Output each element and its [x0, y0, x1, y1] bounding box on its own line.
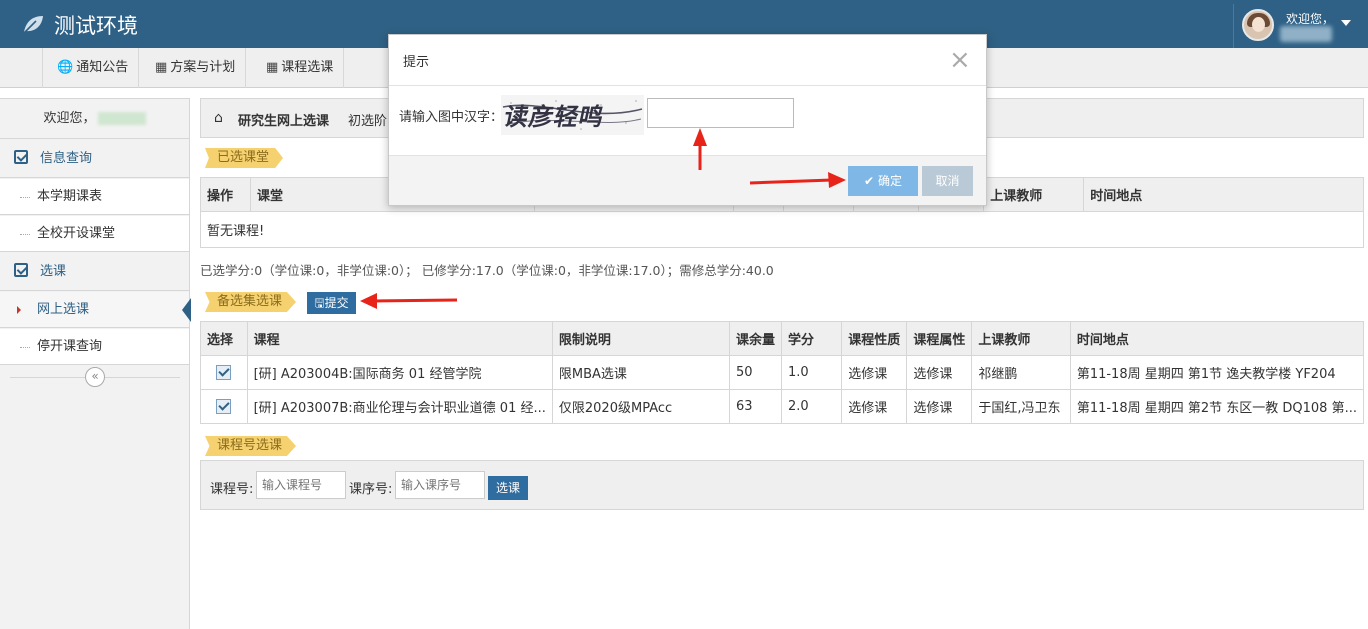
nav-plan[interactable]: ▦ 方案与计划: [141, 48, 247, 88]
seq-number-label: 课序号:: [349, 482, 393, 497]
sidebar-item-cancelled-courses[interactable]: 停开课查询: [0, 329, 189, 365]
close-icon[interactable]: ×: [949, 47, 971, 73]
submit-button[interactable]: 🖫提交: [307, 292, 356, 314]
dialog-title: 提示: [403, 55, 430, 70]
sidebar-item-semester-schedule[interactable]: 本学期课表: [0, 179, 189, 215]
select-checkbox[interactable]: [216, 399, 232, 414]
check-icon: ✔: [864, 174, 875, 188]
captcha-text: 读彦轻鸣: [501, 102, 607, 131]
section-tag-course-number: 课程号选课: [205, 436, 297, 456]
course-number-form: 课程号: 课序号: 选课: [200, 460, 1364, 510]
leaf-icon: [23, 16, 43, 34]
captcha-dialog: 提示 × 请输入图中汉字： 读彦轻鸣 ✔ 确定 取消: [388, 34, 987, 206]
globe-icon: 🌐: [57, 60, 74, 75]
stage-label: 初选阶: [348, 114, 388, 129]
sidebar-welcome: 欢迎您，: [0, 99, 189, 139]
captcha-input[interactable]: [647, 98, 794, 128]
calendar-icon: ▦: [266, 60, 279, 75]
nav-notice[interactable]: 🌐 通知公告: [43, 48, 140, 88]
candidate-courses-table: 选择 课程 限制说明 课余量 学分 课程性质 课程属性 上课教师 时间地点 [研…: [200, 321, 1365, 424]
sidebar-group-info[interactable]: 信息查询: [0, 140, 189, 178]
blurred-username: [97, 112, 146, 125]
course-number-label: 课程号:: [210, 482, 254, 497]
section-tag-selected: 已选课堂: [205, 148, 284, 168]
collapse-sidebar-icon[interactable]: «: [85, 367, 105, 387]
course-number-input[interactable]: [256, 471, 346, 499]
arrow-left-annotation: [360, 293, 458, 309]
nav-course-selection[interactable]: ▦ 课程选课: [252, 48, 345, 88]
calendar-icon: ▦: [155, 60, 168, 75]
seq-number-input[interactable]: [395, 471, 485, 499]
select-checkbox[interactable]: [216, 365, 232, 380]
empty-message: 暂无课程!: [200, 211, 1364, 248]
section-tag-candidate: 备选集选课: [205, 292, 297, 312]
sidebar: 欢迎您， 信息查询 本学期课表 全校开设课堂 选课 网上选课 停开课查询 «: [0, 98, 191, 629]
sidebar-group-selection[interactable]: 选课: [0, 253, 189, 291]
table-row: 暂无课程!: [200, 211, 1364, 248]
sidebar-item-online-selection[interactable]: 网上选课: [0, 292, 191, 328]
header-welcome: 欢迎您，: [1286, 12, 1335, 26]
blurred-username: [1280, 26, 1332, 42]
page-title: 研究生网上选课: [238, 114, 330, 129]
sidebar-item-all-courses[interactable]: 全校开设课堂: [0, 216, 189, 252]
app-title: 测试环境: [54, 14, 138, 38]
table-row: [研] A203007B:商业伦理与会计职业道德 01 经... 仅限2020级…: [200, 389, 1365, 424]
captcha-image[interactable]: 读彦轻鸣: [501, 95, 644, 135]
checkbox-icon: [14, 263, 28, 277]
credit-summary: 已选学分:0（学位课:0，非学位课:0）； 已修学分:17.0（学位课:0，非学…: [200, 263, 774, 278]
table-row: [研] A203004B:国际商务 01 经管学院 限MBA选课 50 1.0 …: [200, 355, 1365, 390]
select-course-button[interactable]: 选课: [488, 476, 528, 500]
checkbox-icon: [14, 150, 28, 164]
chevron-down-icon[interactable]: [1341, 20, 1351, 26]
table-header-row: 选择 课程 限制说明 课余量 学分 课程性质 课程属性 上课教师 时间地点: [200, 321, 1365, 356]
cancel-button[interactable]: 取消: [922, 166, 973, 196]
user-avatar[interactable]: [1242, 9, 1274, 41]
confirm-button[interactable]: ✔ 确定: [848, 166, 918, 196]
save-icon: 🖫: [314, 296, 325, 310]
captcha-prompt: 请输入图中汉字：: [399, 110, 504, 125]
home-icon[interactable]: ⌂: [214, 110, 223, 126]
